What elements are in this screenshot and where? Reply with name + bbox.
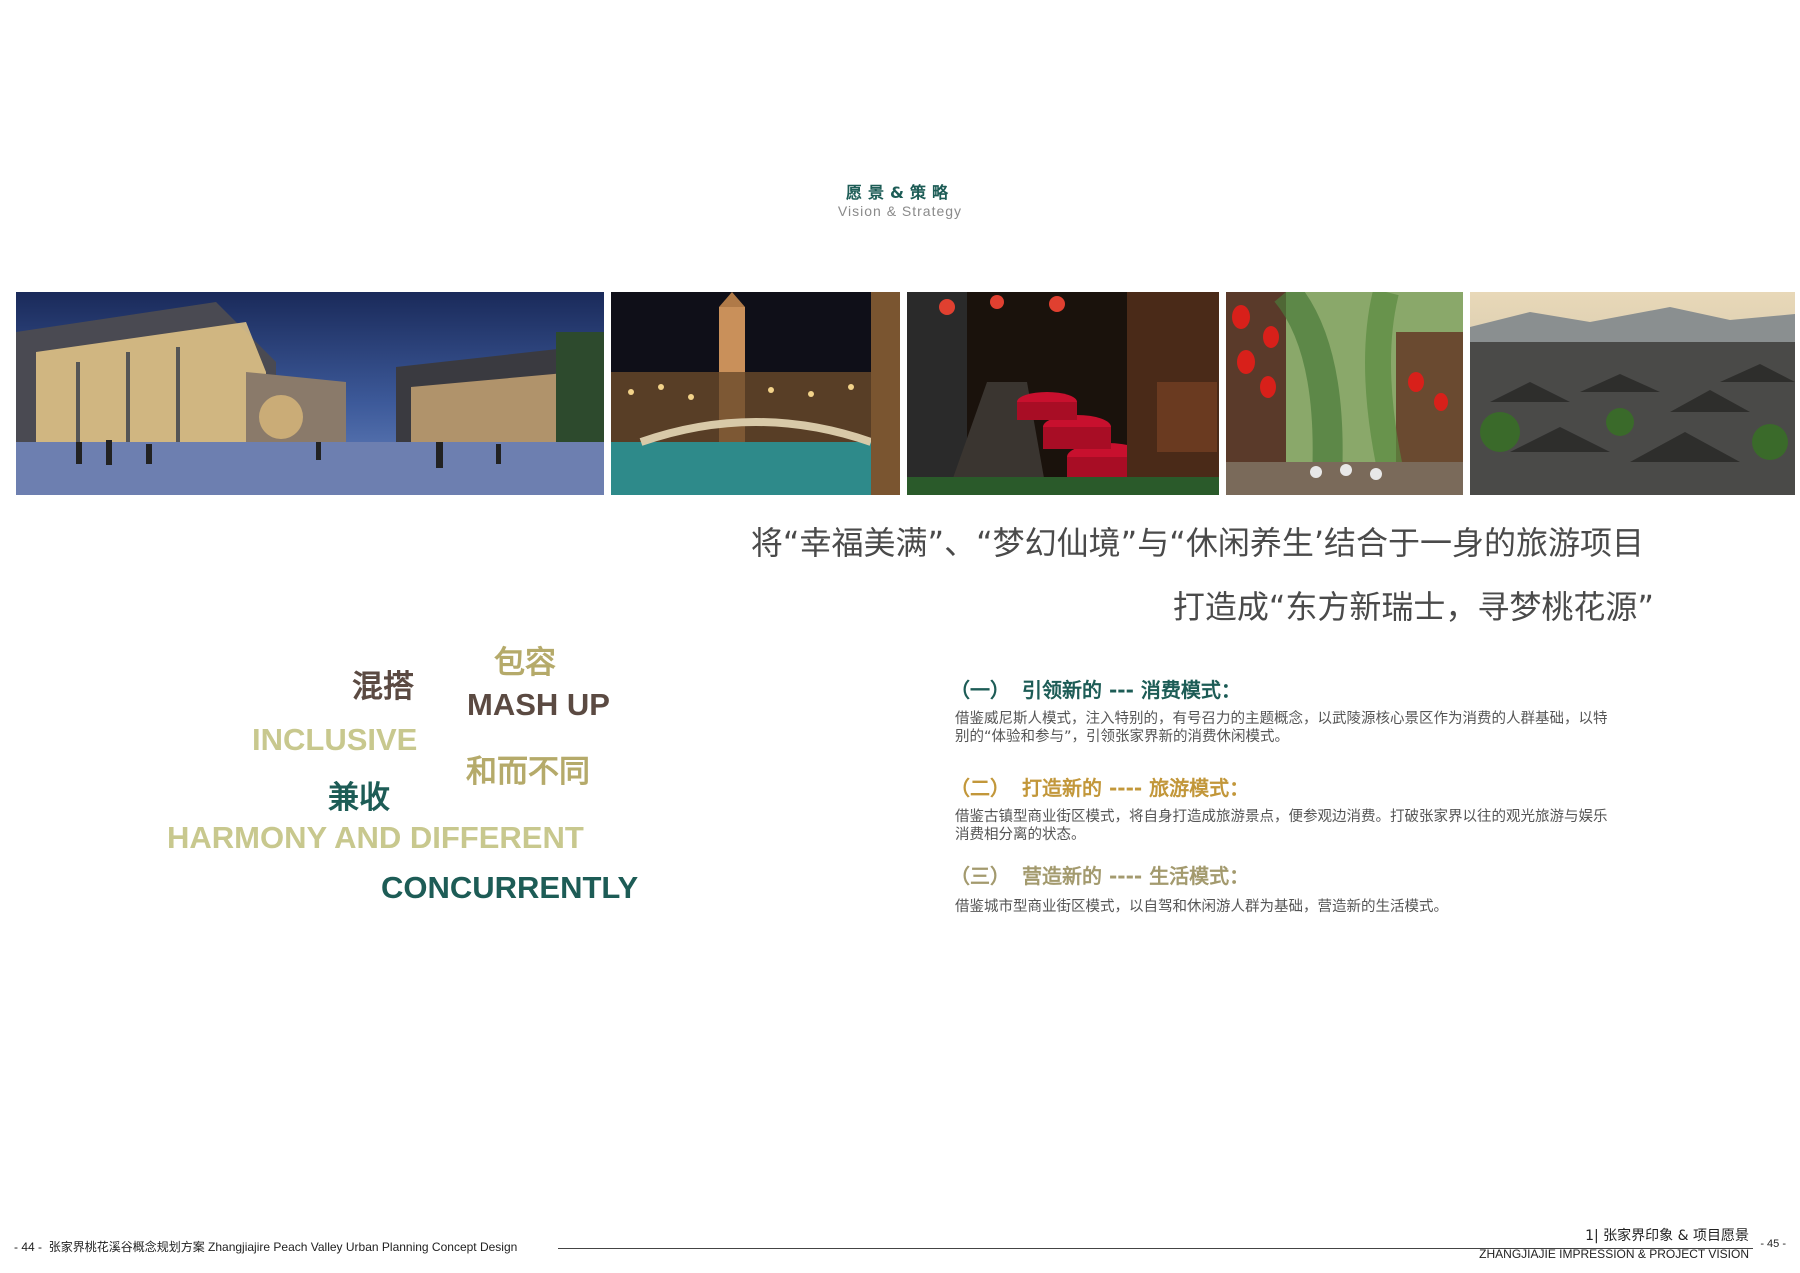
old-town-rooftops-photo <box>1470 292 1795 495</box>
strategy-3-title: （三） 营造新的 ---- 生活模式： <box>950 860 1249 889</box>
strategy-3-label: 营造新的 ---- 生活模式： <box>1022 864 1250 888</box>
strategy-1-title: （一） 引领新的 --- 消费模式： <box>950 674 1241 703</box>
footer-section-cn: 1| 张家界印象 & 项目愿景 <box>1585 1228 1749 1244</box>
strategy-3-number: （三） <box>950 864 1010 888</box>
strategy-1-number: （一） <box>950 678 1010 702</box>
venetian-canal-night-photo <box>611 292 900 495</box>
footer-project-title: 张家界桃花溪谷概念规划方案 Zhangjiajire Peach Valley … <box>48 1240 518 1254</box>
word-hunda: 混搭 <box>352 669 414 705</box>
vision-slogan-line-1: 将“幸福美满”、“梦幻仙境”与“休闲养生’结合于一身的旅游项目 <box>750 524 1644 562</box>
strategy-3-description: 借鉴城市型商业街区模式，以自驾和休闲游人群为基础，营造新的生活模式。 <box>955 899 1448 915</box>
vision-slogan-line-2: 打造成“东方新瑞士，寻梦桃花源” <box>1172 588 1654 626</box>
footer-right-page-number: - 45 - <box>1760 1238 1786 1250</box>
word-concurrently: CONCURRENTLY <box>381 870 639 905</box>
word-mash-up: MASH UP <box>467 687 610 722</box>
red-lantern-ancient-street-photo <box>1226 292 1463 495</box>
word-inclusive: INCLUSIVE <box>252 722 418 757</box>
footer-section-en: ZHANGJIAJIE IMPRESSION & PROJECT VISION <box>1479 1247 1749 1261</box>
strategy-1-description: 借鉴威尼斯人模式，注入特别的，有号召力的主题概念，以武陵源核心景区作为消费的人群… <box>955 711 1608 745</box>
word-harmony: HARMONY AND DIFFERENT <box>167 820 584 855</box>
strategy-1-label: 引领新的 --- 消费模式： <box>1022 678 1241 702</box>
word-baorong: 包容 <box>494 645 556 681</box>
word-jianshou: 兼收 <box>328 780 390 816</box>
footer-left-page-number: - 44 - <box>14 1240 43 1254</box>
strategy-2-description: 借鉴古镇型商业街区模式，将自身打造成旅游景点，便参观边消费。打破张家界以往的观光… <box>955 809 1608 843</box>
footer-left: - 44 - 张家界桃花溪谷概念规划方案 Zhangjiajire Peach … <box>14 1238 517 1255</box>
strategy-2-label: 打造新的 ---- 旅游模式： <box>1022 776 1250 800</box>
section-title-en: Vision & Strategy <box>837 203 963 219</box>
word-he-er-bu-tong: 和而不同 <box>466 754 590 790</box>
strategy-2-number: （二） <box>950 776 1010 800</box>
section-title-cn: 愿景&策略 <box>846 183 954 202</box>
strategy-2-title: （二） 打造新的 ---- 旅游模式： <box>950 772 1249 801</box>
night-shopping-plaza-photo <box>16 292 604 495</box>
lantern-dining-street-photo <box>907 292 1219 495</box>
